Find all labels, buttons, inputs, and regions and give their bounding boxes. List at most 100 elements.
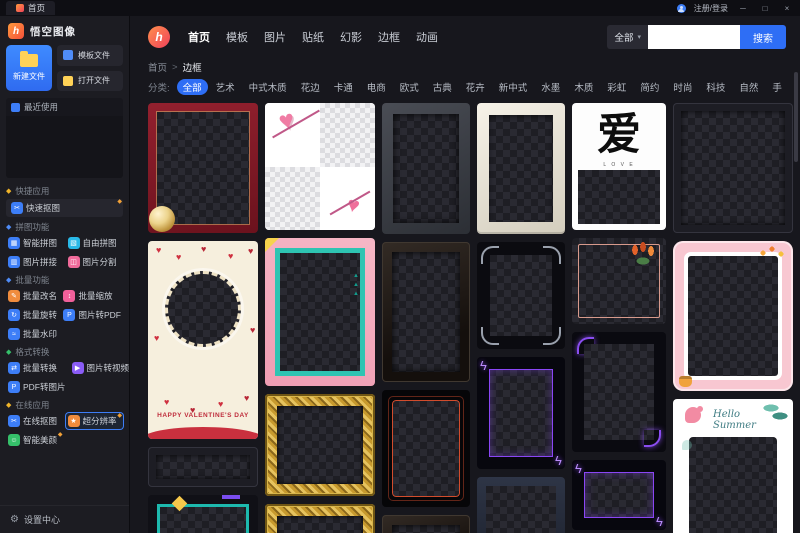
frame-card-flamingo[interactable]: Hello Summer xyxy=(673,399,793,533)
user-avatar-icon[interactable] xyxy=(677,4,686,13)
nav-item-动画[interactable]: 动画 xyxy=(416,29,438,45)
frame-card-ornate[interactable] xyxy=(477,242,565,349)
sidebar-tool-快速抠图[interactable]: ✂快速抠图◆ xyxy=(6,199,123,217)
category-自然[interactable]: 自然 xyxy=(733,79,764,95)
transparent-checker-area xyxy=(490,255,552,336)
recent-used-tab[interactable]: 最近使用 xyxy=(6,98,123,116)
frame-card-red[interactable] xyxy=(148,103,258,233)
tool-label: 图片转PDF xyxy=(78,309,121,321)
nav-item-图片[interactable]: 图片 xyxy=(264,29,286,45)
category-卡通[interactable]: 卡通 xyxy=(328,79,359,95)
scrollbar-thumb[interactable] xyxy=(794,72,798,162)
section-icon: ◆ xyxy=(6,402,11,409)
breadcrumb-home[interactable]: 首页 xyxy=(148,60,167,74)
category-手绘[interactable]: 手绘 xyxy=(766,79,782,95)
category-全部[interactable]: 全部 xyxy=(177,79,208,95)
frame-card-darkwood[interactable] xyxy=(382,242,470,382)
sidebar-tool-图片转视频[interactable]: ▶图片转视频 xyxy=(70,360,129,376)
maximize-button[interactable]: □ xyxy=(758,4,772,13)
frame-card-bluegray[interactable] xyxy=(477,477,565,533)
frame-card-violet[interactable] xyxy=(572,332,666,452)
login-register-link[interactable]: 注册/登录 xyxy=(694,3,728,14)
category-木质[interactable]: 木质 xyxy=(568,79,599,95)
category-电商[interactable]: 电商 xyxy=(361,79,392,95)
sidebar-tool-PDF转图片[interactable]: PPDF转图片 xyxy=(6,379,68,395)
category-艺术[interactable]: 艺术 xyxy=(210,79,241,95)
sidebar-tool-图片转PDF[interactable]: P图片转PDF xyxy=(61,307,123,323)
category-欧式[interactable]: 欧式 xyxy=(394,79,425,95)
category-科技[interactable]: 科技 xyxy=(700,79,731,95)
open-file-button[interactable]: 打开文件 xyxy=(57,71,123,92)
frame-card-valentine[interactable]: HAPPY VALENTINE'S DAY xyxy=(148,241,258,439)
sidebar-tool-图片分割[interactable]: ◫图片分割 xyxy=(66,254,124,270)
category-新中式[interactable]: 新中式 xyxy=(493,79,534,95)
frame-card-tulip[interactable] xyxy=(572,238,666,324)
category-水墨[interactable]: 水墨 xyxy=(535,79,566,95)
tool-label: 图片拼接 xyxy=(23,256,57,268)
frame-card-hearts[interactable] xyxy=(265,103,375,230)
section-icon: ◆ xyxy=(6,188,11,195)
category-古典[interactable]: 古典 xyxy=(427,79,458,95)
frame-card-darkwood[interactable] xyxy=(382,515,470,533)
window-tab-home[interactable]: 首页 xyxy=(6,1,55,15)
search-button[interactable]: 搜索 xyxy=(740,25,786,49)
nav-item-边框[interactable]: 边框 xyxy=(378,29,400,45)
frame-card-darkplain[interactable] xyxy=(673,103,793,233)
flamingo-caption: Hello Summer xyxy=(713,409,785,431)
breadcrumb-separator: > xyxy=(172,62,178,73)
frame-card-baroque[interactable] xyxy=(265,504,375,533)
tool-icon: ✎ xyxy=(8,290,20,302)
frame-card-lightning[interactable] xyxy=(477,357,565,469)
file-actions-row: 新建文件 模板文件 打开文件 xyxy=(0,45,129,91)
template-file-button[interactable]: 模板文件 xyxy=(57,45,123,66)
hearts-quadrant xyxy=(265,103,320,167)
frame-card-ivory[interactable] xyxy=(477,103,565,234)
brand-logo-icon: h xyxy=(148,26,170,48)
section-items: ⇄批量转换▶图片转视频PPDF转图片 xyxy=(6,360,123,395)
transparent-checker-area xyxy=(392,525,460,533)
nav-item-首页[interactable]: 首页 xyxy=(188,29,210,45)
new-file-button[interactable]: 新建文件 xyxy=(6,45,52,91)
sidebar-tool-超分辨率[interactable]: ★超分辨率◆ xyxy=(66,413,124,429)
section-title: ◆拼图功能 xyxy=(6,221,123,233)
sidebar-tool-智能拼图[interactable]: ▦智能拼图 xyxy=(6,235,64,251)
scrollbar[interactable] xyxy=(794,72,798,527)
search-input[interactable] xyxy=(648,25,740,49)
category-中式木质[interactable]: 中式木质 xyxy=(243,79,293,95)
transparent-checker-area xyxy=(489,115,553,222)
frame-card-pinkscallop[interactable] xyxy=(673,241,793,391)
nav-item-模板[interactable]: 模板 xyxy=(226,29,248,45)
category-花边[interactable]: 花边 xyxy=(295,79,326,95)
frame-card-tealyellow[interactable] xyxy=(148,495,258,533)
minimize-button[interactable]: ─ xyxy=(736,4,750,13)
tool-label: 图片转视频 xyxy=(87,362,129,374)
frame-card-darkplain[interactable] xyxy=(148,447,258,487)
nav-item-幻影[interactable]: 幻影 xyxy=(340,29,362,45)
sidebar-tool-批量缩放[interactable]: ↕批量缩放 xyxy=(61,288,123,304)
frame-card-baroque[interactable] xyxy=(265,394,375,496)
nav-item-贴纸[interactable]: 贴纸 xyxy=(302,29,324,45)
sidebar-tool-批量改名[interactable]: ✎批量改名 xyxy=(6,288,59,304)
sidebar-tool-批量转换[interactable]: ⇄批量转换 xyxy=(6,360,68,376)
frame-card-lightning[interactable] xyxy=(572,460,666,530)
frame-card-slate[interactable] xyxy=(382,103,470,234)
file-buttons-column: 模板文件 打开文件 xyxy=(57,45,123,91)
sidebar-tool-批量水印[interactable]: ≈批量水印 xyxy=(6,326,59,342)
search-filter-dropdown[interactable]: 全部 ▾ xyxy=(607,25,648,49)
sidebar-tool-自由拼图[interactable]: ▧自由拼图 xyxy=(66,235,124,251)
category-彩虹[interactable]: 彩虹 xyxy=(601,79,632,95)
frame-card-geo[interactable] xyxy=(265,238,375,386)
sidebar-tool-图片拼接[interactable]: ▥图片拼接 xyxy=(6,254,64,270)
category-花卉[interactable]: 花卉 xyxy=(460,79,491,95)
frame-card-redline[interactable] xyxy=(382,390,470,507)
sidebar-tool-智能美颜[interactable]: ☺智能美颜◆ xyxy=(6,432,64,448)
close-button[interactable]: × xyxy=(780,4,794,13)
category-时尚[interactable]: 时尚 xyxy=(667,79,698,95)
search-filter-value: 全部 xyxy=(614,30,633,44)
category-简约[interactable]: 简约 xyxy=(634,79,665,95)
frame-card-polaroid[interactable]: 爱L O V E xyxy=(572,103,666,230)
sidebar-tool-在线抠图[interactable]: ✂在线抠图 xyxy=(6,413,64,429)
sidebar-tool-批量旋转[interactable]: ↻批量旋转 xyxy=(6,307,59,323)
settings-button[interactable]: ⚙ 设置中心 xyxy=(0,505,129,533)
template-file-icon xyxy=(63,50,73,60)
